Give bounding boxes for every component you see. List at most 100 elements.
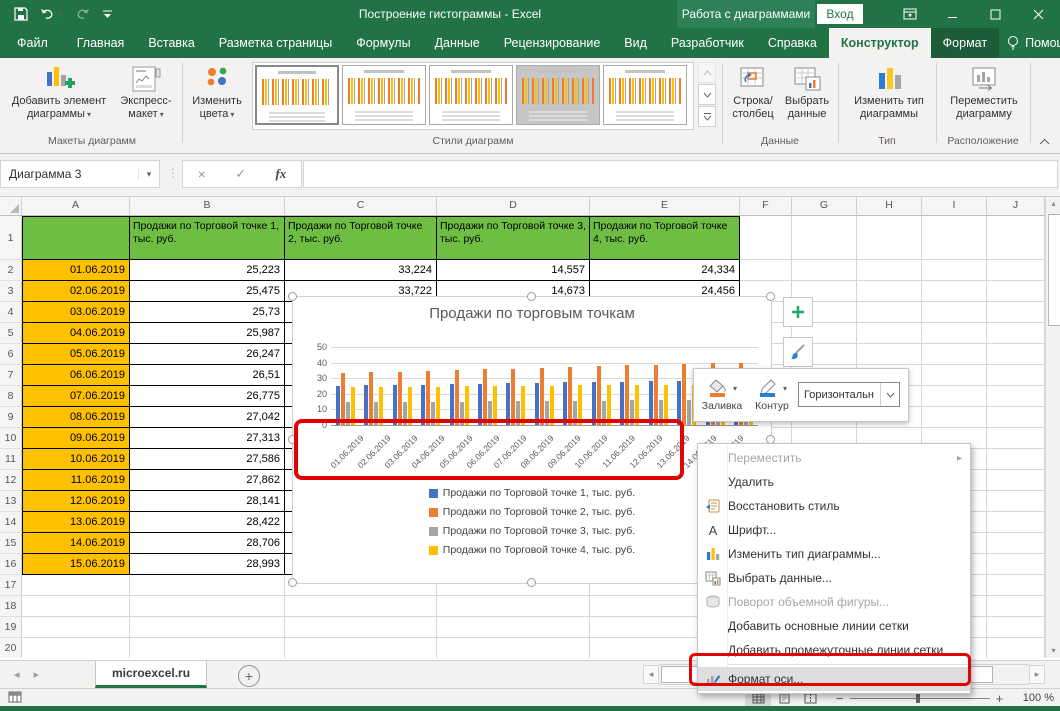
cell-C20[interactable] — [285, 638, 437, 658]
new-sheet-button[interactable]: + — [238, 665, 260, 687]
bar-series2[interactable] — [511, 369, 515, 426]
cell-I9[interactable] — [922, 407, 987, 428]
row-header-18[interactable]: 18 — [0, 596, 22, 617]
cell-B7[interactable]: 26,51 — [130, 365, 285, 386]
chart-style-thumbnail[interactable] — [342, 65, 426, 125]
tab-review[interactable]: Рецензирование — [492, 28, 613, 58]
cell-I2[interactable] — [922, 260, 987, 281]
bar-series2[interactable] — [369, 372, 373, 425]
cell-J15[interactable] — [987, 533, 1045, 554]
selection-handle[interactable] — [766, 292, 775, 301]
bar-series2[interactable] — [426, 371, 430, 425]
cell-A6[interactable]: 05.06.2019 — [22, 344, 130, 365]
column-header-E[interactable]: E — [590, 196, 740, 216]
cell-A19[interactable] — [22, 617, 130, 638]
ribbon-display-options-icon[interactable] — [888, 0, 931, 28]
cell-J1[interactable] — [987, 216, 1045, 260]
cell-E2[interactable]: 24,334 — [590, 260, 740, 281]
cell-B2[interactable]: 25,223 — [130, 260, 285, 281]
cell-H2[interactable] — [857, 260, 922, 281]
row-header-3[interactable]: 3 — [0, 281, 22, 302]
cell-H5[interactable] — [857, 323, 922, 344]
cell-J14[interactable] — [987, 512, 1045, 533]
cell-J16[interactable] — [987, 554, 1045, 575]
undo-button[interactable]: ▾ — [40, 8, 63, 21]
outline-color-button[interactable]: ▾ Контур — [748, 372, 796, 418]
save-icon[interactable] — [14, 7, 28, 21]
tab-page-layout[interactable]: Разметка страницы — [207, 28, 344, 58]
cell-A8[interactable]: 07.06.2019 — [22, 386, 130, 407]
tab-developer[interactable]: Разработчик — [659, 28, 756, 58]
cell-B19[interactable] — [130, 617, 285, 638]
change-colors-button[interactable]: Изменить цвета▾ — [186, 61, 248, 121]
zoom-in-icon[interactable]: + — [996, 691, 1004, 706]
row-header-1[interactable]: 1 — [0, 216, 22, 260]
selection-handle[interactable] — [527, 578, 536, 587]
cell-I1[interactable] — [922, 216, 987, 260]
cell-I5[interactable] — [922, 323, 987, 344]
bar-series2[interactable] — [398, 372, 402, 425]
bar-series2[interactable] — [455, 370, 459, 425]
column-header-H[interactable]: H — [857, 196, 922, 216]
cell-B20[interactable] — [130, 638, 285, 658]
cell-C19[interactable] — [285, 617, 437, 638]
chart-style-thumbnail[interactable] — [429, 65, 513, 125]
scroll-up-icon[interactable]: ▴ — [1047, 196, 1060, 211]
cell-A14[interactable]: 13.06.2019 — [22, 512, 130, 533]
legend-item[interactable]: Продажи по Торговой точке 1, тыс. руб. — [429, 487, 635, 499]
cell-A7[interactable]: 06.06.2019 — [22, 365, 130, 386]
cell-J4[interactable] — [987, 302, 1045, 323]
cell-J2[interactable] — [987, 260, 1045, 281]
cell-J10[interactable] — [987, 428, 1045, 449]
cell-H4[interactable] — [857, 302, 922, 323]
column-header-A[interactable]: A — [22, 196, 130, 216]
sign-in-button[interactable]: Вход — [817, 4, 863, 24]
cell-B8[interactable]: 26,775 — [130, 386, 285, 407]
row-header-20[interactable]: 20 — [0, 638, 22, 658]
scroll-right-icon[interactable]: ▸ — [1029, 665, 1045, 684]
row-header-15[interactable]: 15 — [0, 533, 22, 554]
column-header-D[interactable]: D — [437, 196, 590, 216]
cell-J3[interactable] — [987, 281, 1045, 302]
cancel-icon[interactable]: × — [198, 166, 206, 182]
cell-B17[interactable] — [130, 575, 285, 596]
row-header-8[interactable]: 8 — [0, 386, 22, 407]
scroll-down-icon[interactable]: ▾ — [1047, 643, 1060, 658]
cell-E1[interactable]: Продажи по Торговой точке 4, тыс. руб. — [590, 216, 740, 260]
menu-item-delete[interactable]: Удалить — [698, 470, 970, 494]
column-header-C[interactable]: C — [285, 196, 437, 216]
cell-J7[interactable] — [987, 365, 1045, 386]
row-header-17[interactable]: 17 — [0, 575, 22, 596]
cell-B9[interactable]: 27,042 — [130, 407, 285, 428]
menu-item-rotate-3d[interactable]: Поворот объемной фигуры... — [698, 590, 970, 614]
cell-J6[interactable] — [987, 344, 1045, 365]
cell-B11[interactable]: 27,586 — [130, 449, 285, 470]
sheet-tab-active[interactable]: microexcel.ru — [95, 661, 207, 688]
cell-A13[interactable]: 12.06.2019 — [22, 491, 130, 512]
cell-J20[interactable] — [987, 638, 1045, 658]
bar-series2[interactable] — [654, 365, 658, 425]
cell-B6[interactable]: 26,247 — [130, 344, 285, 365]
cell-A4[interactable]: 03.06.2019 — [22, 302, 130, 323]
cell-J19[interactable] — [987, 617, 1045, 638]
cell-A12[interactable]: 11.06.2019 — [22, 470, 130, 491]
column-header-B[interactable]: B — [130, 196, 285, 216]
menu-item-move[interactable]: Переместить▸ — [698, 446, 970, 470]
zoom-slider-thumb[interactable] — [916, 694, 920, 703]
cell-F1[interactable] — [740, 216, 792, 260]
cell-C1[interactable]: Продажи по Торговой точке 2, тыс. руб. — [285, 216, 437, 260]
menu-item-font[interactable]: AШрифт... — [698, 518, 970, 542]
row-header-2[interactable]: 2 — [0, 260, 22, 281]
cell-G1[interactable] — [792, 216, 857, 260]
row-header-10[interactable]: 10 — [0, 428, 22, 449]
row-header-5[interactable]: 5 — [0, 323, 22, 344]
cell-A17[interactable] — [22, 575, 130, 596]
chart-elements-button[interactable] — [783, 297, 813, 327]
menu-item-reset-style[interactable]: Восстановить стиль — [698, 494, 970, 518]
cell-H3[interactable] — [857, 281, 922, 302]
cell-J12[interactable] — [987, 470, 1045, 491]
row-header-6[interactable]: 6 — [0, 344, 22, 365]
gallery-more-icon[interactable] — [698, 106, 716, 127]
row-header-19[interactable]: 19 — [0, 617, 22, 638]
bar-series3[interactable] — [687, 400, 691, 425]
